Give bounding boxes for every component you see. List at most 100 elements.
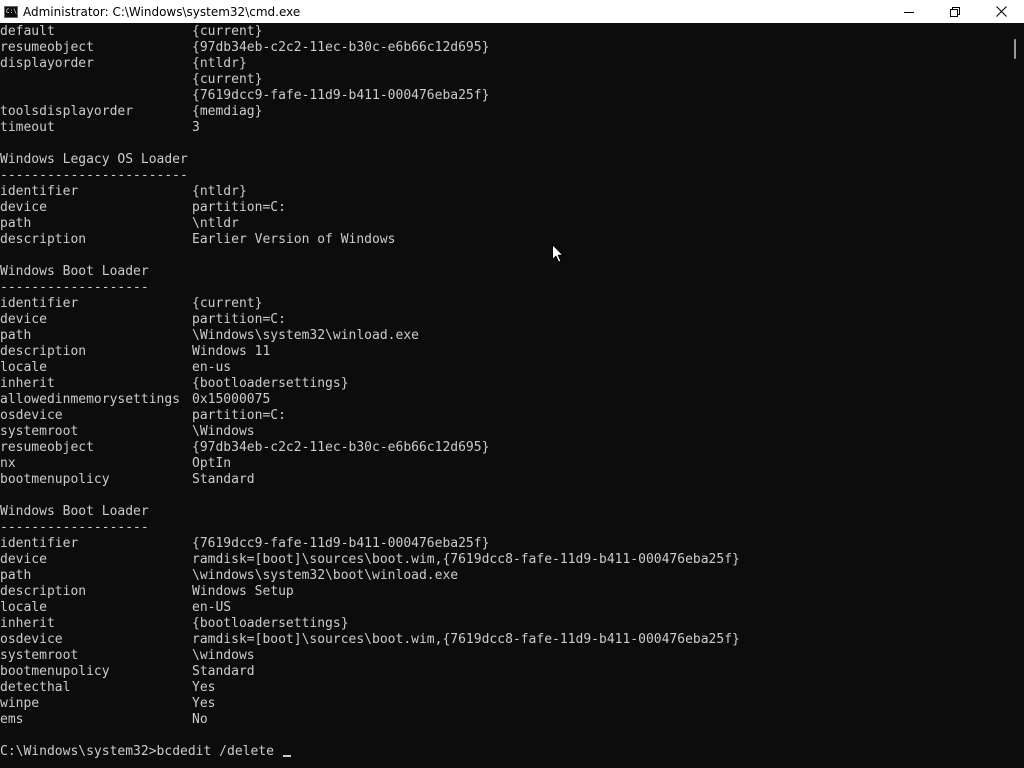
console-line: device ramdisk=[boot]\sources\boot.wim,{7… [0,552,740,568]
console-line-key: inherit [0,376,55,391]
console-line: ------------------------ [0,168,740,184]
console-line: inherit {bootloadersettings} [0,616,740,632]
console-line-value: OptIn [192,456,232,471]
console-line-value: {97db34eb-c2c2-11ec-b30c-e6b66c12d695} [192,440,490,455]
console-line: locale en-us [0,360,740,376]
console-line-value: Standard [192,472,255,487]
console-line: {7619dcc9-fafe-11d9-b411-000476eba25f} [0,88,740,104]
console-line-key: ------------------- [0,520,149,535]
console-line-key: identifier [0,536,79,551]
console-line-key: ------------------- [0,280,149,295]
console-line: default {current} [0,24,740,40]
console-line-value: partition=C: [192,408,286,423]
console-line: detecthal Yes [0,680,740,696]
close-button[interactable] [978,0,1024,23]
console-line-key: osdevice [0,408,63,423]
console-line-value: Earlier Version of Windows [192,232,396,247]
vertical-scrollbar[interactable] [1006,23,1024,768]
text-cursor [282,755,291,757]
console-line-value: Windows 11 [192,344,271,359]
console-line: bootmenupolicy Standard [0,472,740,488]
minimize-icon [904,11,914,13]
console-line: resumeobject {97db34eb-c2c2-11ec-b30c-e6b… [0,440,740,456]
maximize-button[interactable] [932,0,978,23]
console-line-key: description [0,232,87,247]
scroll-thumb[interactable] [1014,39,1016,59]
prompt-path: C:\Windows\system32> [0,744,157,759]
console-line-value: partition=C: [192,200,286,215]
minimize-button[interactable] [886,0,932,23]
console-line-value: partition=C: [192,312,286,327]
console-line-value: \Windows [192,424,255,439]
mouse-pointer-icon [552,244,564,263]
console-output[interactable]: default {current} resumeobject {97db34eb-c2… [0,23,1006,768]
console-line: resumeobject {97db34eb-c2c2-11ec-b30c-e6b… [0,40,740,56]
console-line-key: device [0,312,47,327]
console-line-key: default [0,24,55,39]
console-line-key: device [0,200,47,215]
console-line: Windows Boot Loader [0,504,740,520]
console-line-value: en-us [192,360,232,375]
console-line-value: {memdiag} [192,104,263,119]
console-line: timeout 3 [0,120,740,136]
console-line: description Earlier Version of Windows [0,232,740,248]
console-line: description Windows 11 [0,344,740,360]
console-line-key: systemroot [0,648,79,663]
console-line: ems No [0,712,740,728]
window-title: Administrator: C:\Windows\system32\cmd.e… [23,4,301,19]
console-line: Windows Legacy OS Loader [0,152,740,168]
console-line-key: ------------------------ [0,168,188,183]
console-line-key: path [0,568,32,583]
console-line: systemroot \windows [0,648,740,664]
console-line: allowedinmemorysettings 0x15000075 [0,392,740,408]
console-line-value: \Windows\system32\winload.exe [192,328,419,343]
console-line-value: en-US [192,600,232,615]
console-line-value: {ntldr} [192,56,247,71]
console-line-key: description [0,584,87,599]
console-line: winpe Yes [0,696,740,712]
console-line-key: toolsdisplayorder [0,104,134,119]
console-line-key: ems [0,712,24,727]
console-line-value: No [192,712,208,727]
console-line: path \windows\system32\boot\winload.exe [0,568,740,584]
console-line: osdevice partition=C: [0,408,740,424]
maximize-icon [950,6,960,17]
command-prompt-line[interactable]: C:\Windows\system32>bcdedit /delete [0,744,740,760]
console-line: Windows Boot Loader [0,264,740,280]
console-line-key: Windows Boot Loader [0,504,149,519]
console-line: identifier {7619dcc9-fafe-11d9-b411-00047… [0,536,740,552]
console-line: systemroot \Windows [0,424,740,440]
console-line-key: resumeobject [0,40,94,55]
console-line-key: resumeobject [0,440,94,455]
console-lines: default {current} resumeobject {97db34eb-c2… [0,24,740,760]
console-line-value: ramdisk=[boot]\sources\boot.wim,{7619dcc… [192,552,740,567]
console-line: displayorder {ntldr} [0,56,740,72]
command-input[interactable]: bcdedit /delete [157,744,282,760]
console-line: identifier {ntldr} [0,184,740,200]
console-line-value: {current} [192,296,263,311]
console-line-key: displayorder [0,56,94,71]
console-line-key: description [0,344,87,359]
title-bar[interactable]: C:\ Administrator: C:\Windows\system32\c… [0,0,1024,23]
console-line-value: {7619dcc9-fafe-11d9-b411-000476eba25f} [192,536,490,551]
console-line-key: device [0,552,47,567]
console-line-value: ramdisk=[boot]\sources\boot.wim,{7619dcc… [192,632,740,647]
console-line: {current} [0,72,740,88]
cmd-icon[interactable]: C:\ [4,5,18,18]
console-line-key: detecthal [0,680,71,695]
cmd-window: C:\ Administrator: C:\Windows\system32\c… [0,0,1024,768]
console-line: osdevice ramdisk=[boot]\sources\boot.wim,… [0,632,740,648]
console-line: identifier {current} [0,296,740,312]
console-line-key: Windows Boot Loader [0,264,149,279]
console-line: inherit {bootloadersettings} [0,376,740,392]
console-line-value: 0x15000075 [192,392,271,407]
console-line-value: {97db34eb-c2c2-11ec-b30c-e6b66c12d695} [192,40,490,55]
console-line: path \ntldr [0,216,740,232]
console-line: locale en-US [0,600,740,616]
console-line-key: Windows Legacy OS Loader [0,152,188,167]
console-line: bootmenupolicy Standard [0,664,740,680]
console-line-value: \windows [192,648,255,663]
console-line: ------------------- [0,520,740,536]
